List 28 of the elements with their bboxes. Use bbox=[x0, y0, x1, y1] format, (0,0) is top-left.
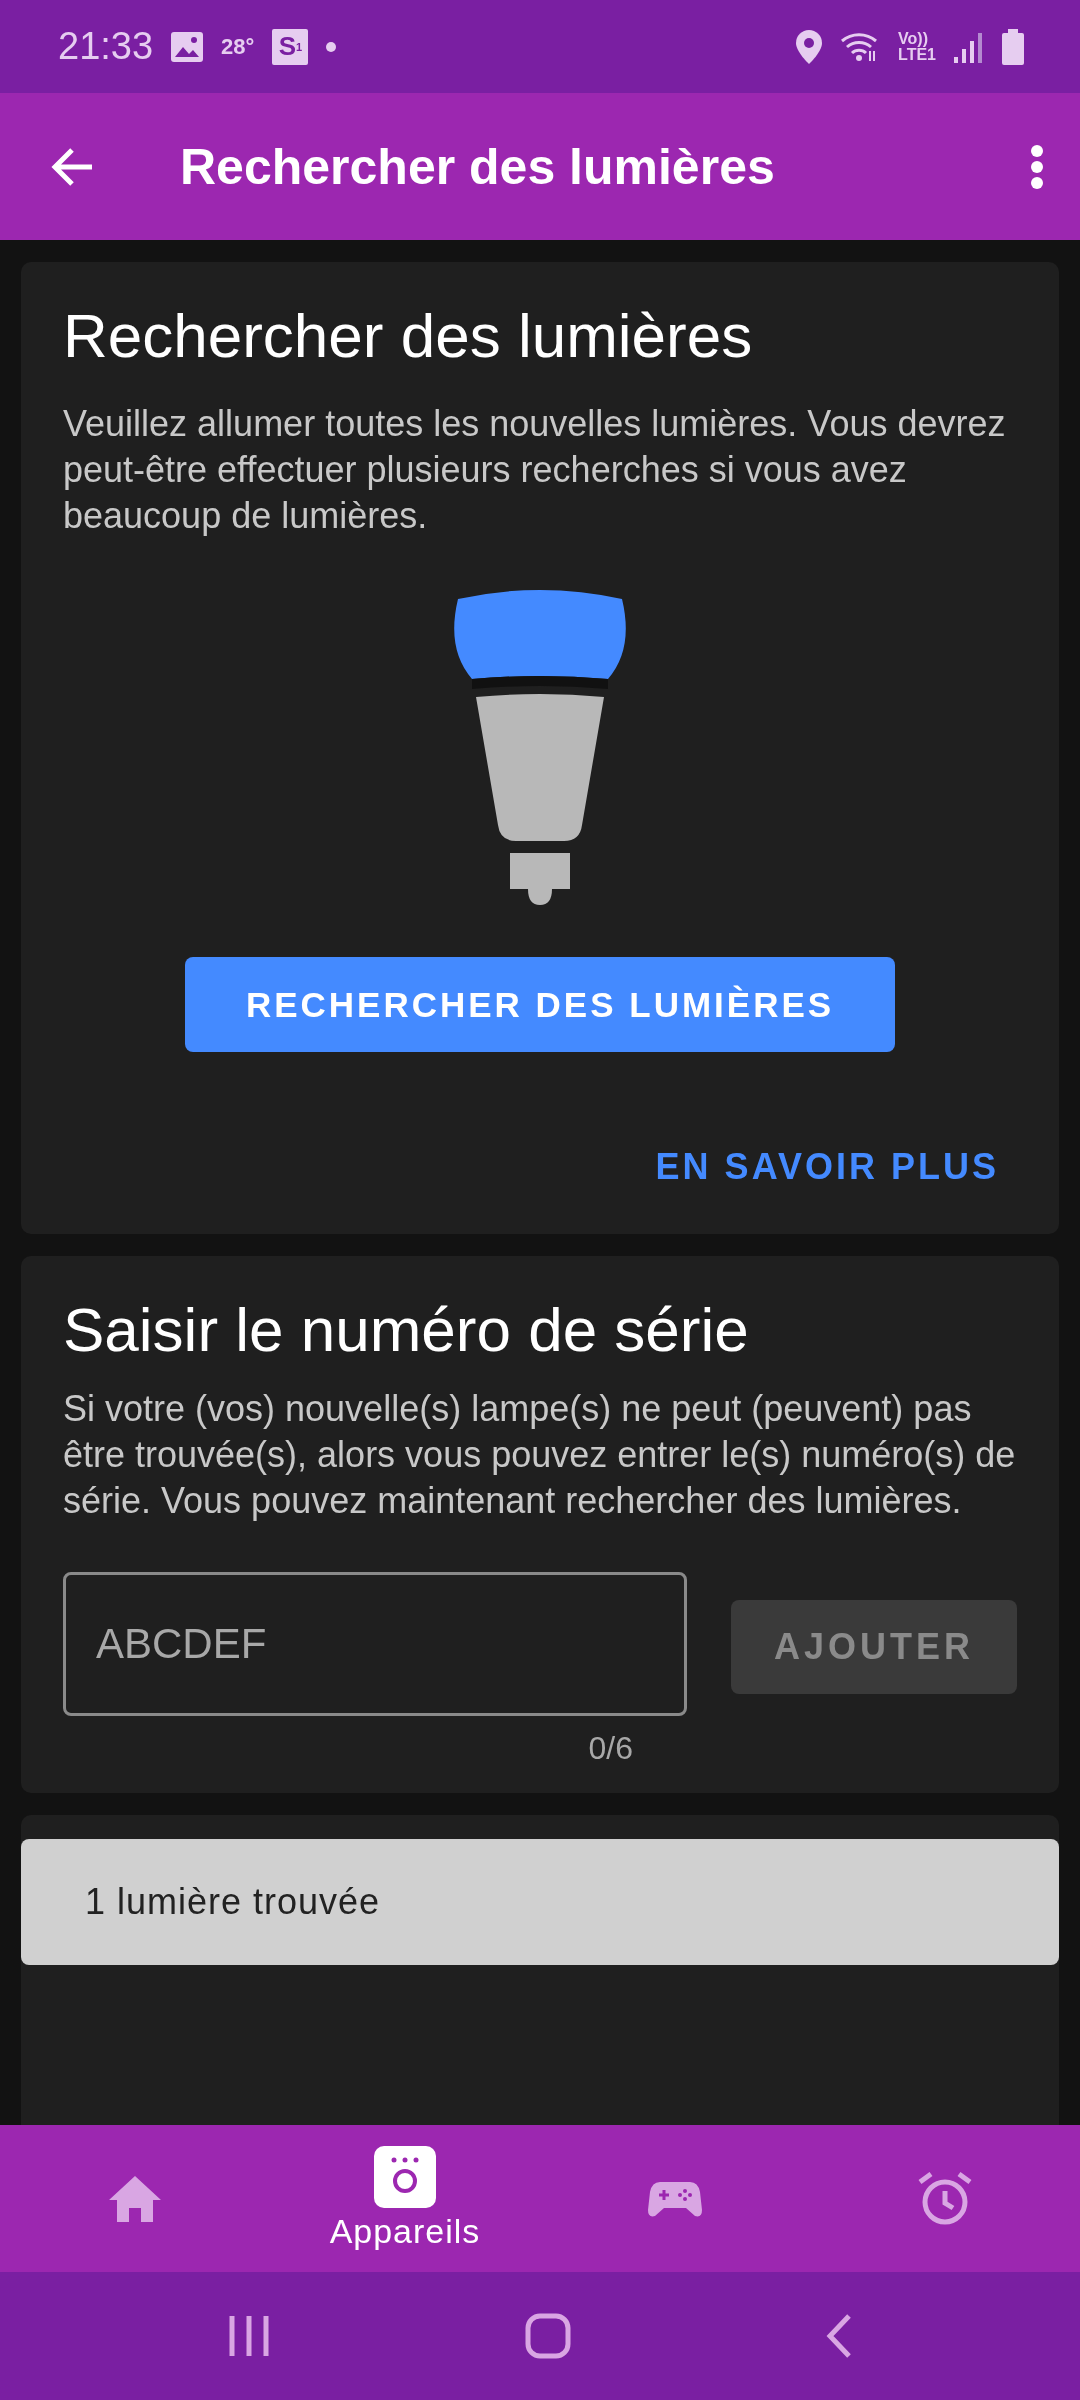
volte-label: Vo)) bbox=[898, 30, 929, 47]
search-lights-button[interactable]: RECHERCHER DES LUMIÈRES bbox=[185, 957, 895, 1053]
snackbar: 1 lumière trouvée bbox=[21, 1838, 1059, 1965]
card-title: Rechercher des lumières bbox=[63, 300, 754, 372]
screen-title: Rechercher des lumières bbox=[180, 137, 776, 196]
serial-number-field[interactable]: ABCDEF bbox=[63, 1571, 687, 1716]
clock: 21:33 bbox=[58, 25, 154, 68]
battery-icon bbox=[1002, 28, 1024, 65]
character-counter: 0/6 bbox=[588, 1729, 633, 1767]
signal-icon bbox=[954, 30, 984, 63]
temperature: 28° bbox=[221, 33, 255, 60]
learn-more-link[interactable]: EN SAVOIR PLUS bbox=[655, 1136, 999, 1199]
gamepad-icon bbox=[648, 2179, 702, 2218]
location-icon bbox=[796, 29, 823, 64]
recent-apps-button[interactable] bbox=[227, 2314, 270, 2358]
dot-icon bbox=[326, 41, 337, 52]
back-nav-button[interactable] bbox=[826, 2314, 853, 2358]
home-button[interactable] bbox=[525, 2313, 571, 2359]
back-button[interactable] bbox=[50, 146, 94, 187]
alarm-clock-icon bbox=[918, 2171, 972, 2226]
network-label: LTE1 bbox=[898, 46, 936, 63]
home-icon bbox=[109, 2175, 161, 2222]
card-description: Si votre (vos) nouvelle(s) lampe(s) ne peut (peuvent) pas être trouvée(s), alors vous pouvez entrer le(s) numéro(s) de série. Vous pouvez maintenant rechercher des lumières. bbox=[63, 1386, 1017, 1523]
more-options-button[interactable] bbox=[1030, 144, 1044, 189]
card-description: Veuillez allumer toutes les nouvelles lumières. Vous devrez peut-être effectuer plusieurs recherches si vous avez beaucoup de lumières. bbox=[63, 402, 1007, 539]
image-icon bbox=[171, 31, 204, 62]
card-title: Saisir le numéro de série bbox=[63, 1294, 750, 1366]
device-icon bbox=[374, 2146, 436, 2208]
